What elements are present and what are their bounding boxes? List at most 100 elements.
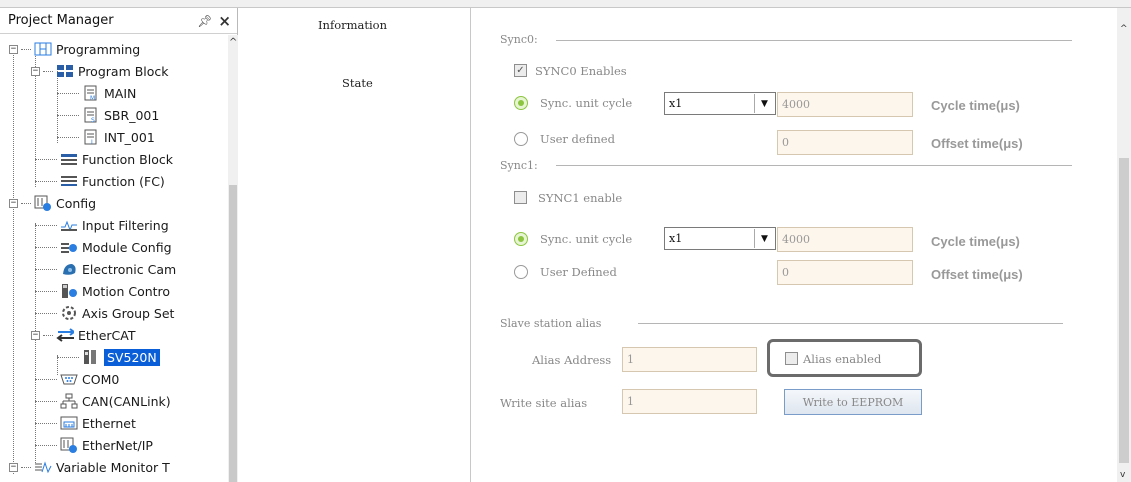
alias-address-field[interactable]: 1 [622,347,757,372]
tree-item-label: Function Block [82,151,173,167]
tree-item-sbr-001[interactable]: S SBR_001 [57,104,159,126]
tree-item-label: COM0 [82,371,120,387]
tree-item-function-fc[interactable]: Function (FC) [35,170,165,192]
sync0-enable-label: SYNC0 Enables [535,64,627,78]
sync0-offset-field[interactable]: 0 [777,130,913,155]
tree-item-axis-group[interactable]: Axis Group Set [35,302,174,324]
tree-item-label: Module Config [82,239,172,255]
interrupt-icon: I [82,129,100,145]
sync1-multiplier-value: x1 [669,232,683,245]
tree-item-electronic-cam[interactable]: Electronic Cam [35,258,176,280]
tree-item-int-001[interactable]: I INT_001 [57,126,155,148]
function-icon [60,173,78,189]
sync1-offset-field[interactable]: 0 [777,260,913,285]
scroll-up-icon[interactable]: ^ [229,37,237,48]
write-site-alias-field[interactable]: 1 [622,389,757,414]
input-filtering-icon [60,217,78,233]
tree-guide-line [13,49,14,474]
tree-item-label: Motion Contro [82,283,171,299]
tree-item-can[interactable]: CAN(CANLink) [35,390,171,412]
tree-connector [35,444,57,446]
tree-connector [35,268,57,270]
sync0-cycle-time-label: Cycle time(μs) [931,98,1020,113]
sync0-enable-checkbox[interactable]: ✓ [514,64,527,77]
tree-connector [57,356,79,358]
alias-enabled-checkbox[interactable] [785,352,798,365]
collapse-icon[interactable]: − [9,44,18,54]
program-block-icon [56,63,74,79]
tree-item-label: Variable Monitor T [56,459,170,475]
tree-connector [21,48,31,50]
sync0-multiplier-select[interactable]: x1 ▼ [664,92,776,115]
chevron-down-icon[interactable]: ▼ [754,229,774,248]
settings-scrollbar[interactable]: ^ v [1117,8,1131,482]
write-to-eeprom-button[interactable]: Write to EEPROM [784,389,922,415]
ethernet-ip-icon [60,437,78,453]
motion-control-icon [60,283,78,299]
sync1-offset-label: Offset time(μs) [931,267,1023,282]
nav-item-information[interactable]: Information [318,18,387,32]
collapse-icon[interactable]: − [9,198,18,208]
tree-item-com0[interactable]: COM0 [35,368,119,390]
scroll-thumb[interactable] [229,185,237,482]
collapse-icon[interactable]: − [31,330,40,340]
tree-item-config[interactable]: − Config [9,192,96,214]
collapse-icon[interactable]: − [31,66,40,76]
tree-item-input-filtering[interactable]: Input Filtering [35,214,169,236]
sync1-user-defined-radio[interactable] [514,265,528,279]
tree-connector [57,136,79,138]
project-manager-title: Project Manager [8,13,114,28]
close-icon[interactable]: × [218,12,231,30]
tree-scrollbar[interactable]: ^ [228,35,238,482]
tree-item-ethernet[interactable]: Ethernet [35,412,136,434]
tree-item-label: Function (FC) [82,173,165,189]
tree-item-label: EtherNet/IP [82,437,153,453]
tree-item-module-config[interactable]: Module Config [35,236,172,258]
tree-item-label: Electronic Cam [82,261,177,277]
tree-item-variable-monitor[interactable]: − Variable Monitor T [9,456,170,478]
scroll-down-icon[interactable]: v [1120,470,1125,480]
tree-item-main[interactable]: M MAIN [57,82,136,104]
tree-item-programming[interactable]: − Programming [9,38,140,60]
sync0-user-defined-radio[interactable] [514,132,528,146]
sync0-unit-cycle-label: Sync. unit cycle [540,96,633,110]
sync0-unit-cycle-radio[interactable] [514,96,528,110]
sync1-enable-checkbox[interactable] [514,191,527,204]
tree-connector [35,422,57,424]
scroll-thumb[interactable] [1119,158,1129,463]
scroll-up-icon[interactable]: ^ [1120,24,1128,34]
svg-text:M: M [90,95,95,101]
tree-connector [35,290,57,292]
tree-item-ethercat[interactable]: − EtherCAT [31,324,136,346]
write-site-alias-label: Write site alias [500,396,588,410]
tree-item-motion-control[interactable]: Motion Contro [35,280,170,302]
tree-item-label: Programming [56,41,141,57]
alias-address-label: Alias Address [532,353,612,367]
sync1-cycle-time-field[interactable]: 4000 [777,227,913,252]
subroutine-icon: S [82,107,100,123]
tree-item-sv520n[interactable]: SV520N [57,346,160,368]
sync1-unit-cycle-radio[interactable] [514,232,528,246]
chevron-down-icon[interactable]: ▼ [754,94,774,113]
main-program-icon: M [82,85,100,101]
sync1-user-defined-label: User Defined [540,265,617,279]
pin-icon[interactable]: 📌︎ [197,14,212,28]
sync0-cycle-time-field[interactable]: 4000 [777,92,913,117]
tree-item-label: EtherCAT [78,327,136,343]
tree-item-ethernet-ip[interactable]: EtherNet/IP [35,434,153,456]
tree-item-label: Axis Group Set [82,305,175,321]
tree-item-label: Input Filtering [82,217,169,233]
nav-item-state[interactable]: State [342,76,373,90]
tree-connector [57,92,79,94]
sync1-multiplier-select[interactable]: x1 ▼ [664,227,776,250]
collapse-icon[interactable]: − [9,462,18,472]
tree-connector [43,334,53,336]
tree-item-function-block[interactable]: Function Block [35,148,173,170]
tree-item-program-block[interactable]: − Program Block [31,60,169,82]
config-nav-panel: Information State [239,8,471,482]
section-divider [556,40,1072,41]
ethercat-icon [56,327,74,343]
sync1-cycle-time-label: Cycle time(μs) [931,234,1020,249]
tree-item-label: Program Block [78,63,169,79]
tree-item-label: INT_001 [104,129,155,145]
